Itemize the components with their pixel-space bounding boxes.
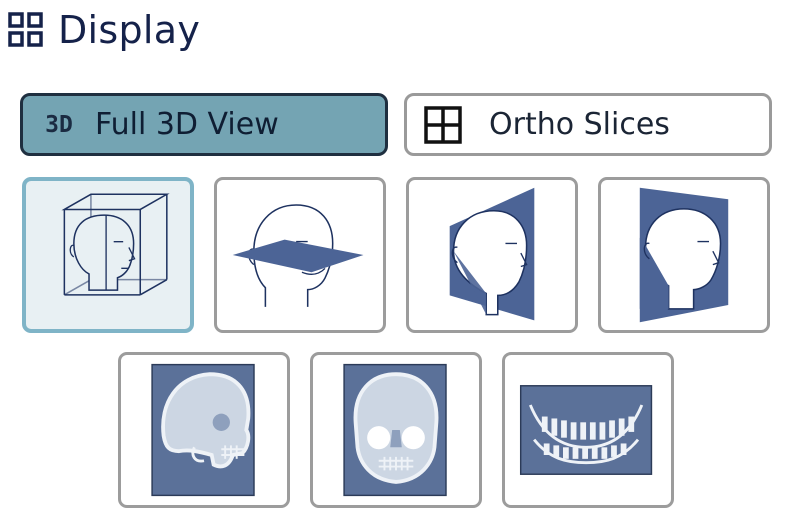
sagittal-slice-view-tile[interactable] bbox=[406, 177, 578, 333]
coronal-slice-view-tile[interactable] bbox=[598, 177, 770, 333]
head-axial-plane-icon bbox=[232, 204, 364, 307]
head-sagittal-plane-icon bbox=[449, 187, 535, 321]
lateral-skull-xray-icon bbox=[151, 363, 255, 497]
ortho-slices-button[interactable]: Ortho Slices bbox=[404, 93, 772, 156]
frontal-skull-xray-icon bbox=[343, 363, 447, 497]
ortho-slices-label: Ortho Slices bbox=[489, 107, 670, 142]
3d-icon: 3D bbox=[45, 111, 73, 138]
quad-grid-icon bbox=[424, 105, 462, 144]
display-header: Display bbox=[8, 8, 200, 52]
axial-slice-view-tile[interactable] bbox=[214, 177, 386, 333]
full-3d-view-button[interactable]: 3D Full 3D View bbox=[20, 93, 388, 156]
panoramic-xray-view-tile[interactable] bbox=[502, 352, 674, 508]
volume-cube-view-tile[interactable] bbox=[22, 177, 194, 333]
panoramic-dental-xray-icon bbox=[519, 385, 653, 475]
frontal-xray-view-tile[interactable] bbox=[310, 352, 482, 508]
page-title: Display bbox=[58, 8, 201, 52]
full-3d-view-label: Full 3D View bbox=[95, 107, 279, 142]
grid-icon bbox=[8, 12, 43, 47]
head-coronal-plane-icon bbox=[639, 187, 729, 323]
head-in-cube-icon bbox=[61, 193, 170, 296]
lateral-xray-view-tile[interactable] bbox=[118, 352, 290, 508]
